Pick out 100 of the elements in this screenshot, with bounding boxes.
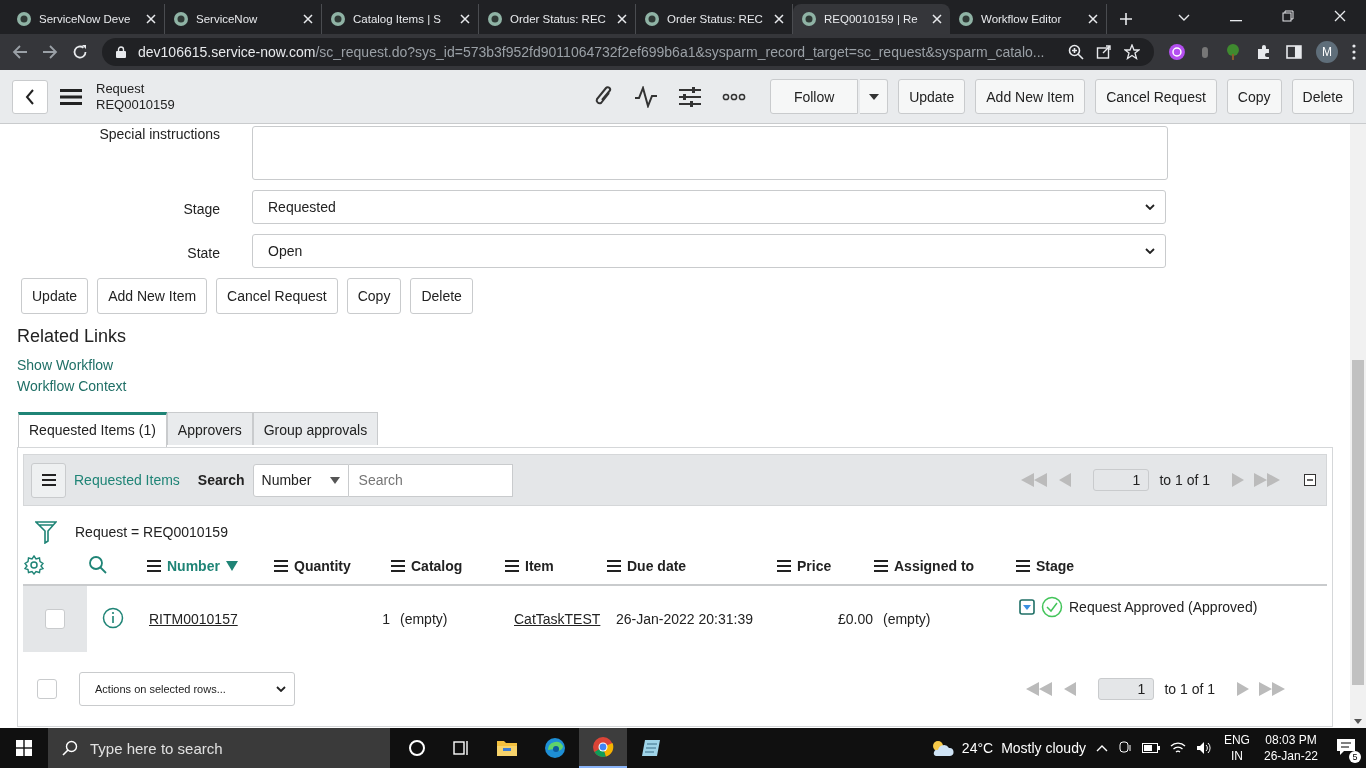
column-header[interactable]: Number [167,557,220,574]
related-list-tab[interactable]: Requested Items (1) [18,412,167,447]
follow-button[interactable]: Follow [770,79,859,114]
folder-icon[interactable] [496,739,518,757]
search-field[interactable]: Search [348,463,513,497]
region[interactable]: IN [1230,748,1243,764]
list-title[interactable]: Requested Items [74,472,180,488]
column-menu-icon[interactable] [274,559,288,572]
select-field[interactable]: Open [252,234,1166,268]
caret-down-icon[interactable] [868,93,879,100]
column-header[interactable]: Quantity [294,557,351,574]
speaker-icon[interactable] [1195,741,1212,755]
column-menu-icon[interactable] [777,559,791,572]
form-button[interactable]: Cancel Request [216,278,338,314]
share-icon[interactable] [1096,44,1113,60]
chevron-up-icon[interactable] [1095,744,1108,752]
restore-icon[interactable] [1282,10,1294,22]
row-checkbox[interactable] [45,609,65,629]
column-menu-icon[interactable] [607,559,621,572]
back-button[interactable] [12,79,48,114]
close-icon[interactable] [146,14,156,24]
page-number-field[interactable]: 1 [1093,469,1150,491]
star-icon[interactable] [1124,44,1141,60]
back-icon[interactable] [12,44,28,60]
related-list-tab[interactable]: Approvers [166,412,253,445]
windows-icon[interactable] [16,740,32,756]
taskbar-search-field[interactable]: Type here to search [48,728,390,768]
chevron-left-icon[interactable] [25,88,35,105]
column-header[interactable]: Item [525,557,554,574]
chevron-down-icon[interactable] [1145,248,1155,254]
sliders-icon[interactable] [678,85,703,108]
activity-icon[interactable] [634,85,659,108]
task-view-icon[interactable] [452,739,470,757]
close-icon[interactable] [774,14,784,24]
related-link[interactable]: Show Workflow [17,357,1332,373]
record-link[interactable]: RITM0010157 [149,611,238,627]
close-icon[interactable] [460,14,470,24]
search-icon[interactable] [62,740,78,756]
column-header[interactable]: Stage [1036,557,1075,574]
column-header[interactable]: Price [797,557,832,574]
select-field[interactable]: Requested [252,190,1166,224]
browser-tab[interactable]: REQ0010159 | Re [793,4,950,34]
wifi-icon[interactable] [1169,741,1186,755]
settings-icon[interactable] [24,554,44,575]
caret-down-icon[interactable] [329,476,340,484]
collapse-icon[interactable] [1304,474,1316,486]
list-menu-button[interactable] [31,462,66,498]
actions-select[interactable]: Actions on selected rows... [79,672,295,706]
special-instructions-field[interactable] [252,126,1168,180]
menu-icon[interactable] [41,474,56,486]
header-button[interactable]: Copy [1226,79,1282,114]
column-menu-icon[interactable] [391,559,405,572]
forward-icon[interactable] [42,44,58,60]
cortana-icon[interactable] [408,739,426,757]
notepad-icon[interactable] [640,738,662,758]
column-menu-icon[interactable] [505,559,519,572]
reload-icon[interactable] [72,44,88,60]
chevron-down-icon[interactable] [1145,204,1155,210]
more-icon[interactable] [1352,44,1356,60]
clock-time[interactable]: 08:03 PM [1265,732,1317,748]
filter-icon[interactable] [35,520,57,544]
form-button[interactable]: Add New Item [97,278,208,314]
sort-down-icon[interactable] [225,560,238,571]
side-panel-icon[interactable] [1286,44,1303,60]
header-button[interactable]: Cancel Request [1095,79,1217,114]
column-menu-icon[interactable] [1016,559,1030,572]
column-header[interactable]: Catalog [411,557,463,574]
browser-icon[interactable] [592,736,614,758]
column-menu-icon[interactable] [874,559,888,572]
zoom-icon[interactable] [1068,44,1085,60]
header-button[interactable]: Add New Item [975,79,1086,114]
scroll-down-icon[interactable] [1354,719,1362,724]
meet-icon[interactable] [1117,741,1132,755]
more-icon[interactable] [722,92,747,101]
follow-dropdown-button[interactable] [860,79,889,114]
search-field-select[interactable]: Number [252,463,349,497]
select-all-checkbox[interactable] [37,679,57,699]
related-list-tab[interactable]: Group approvals [252,412,379,445]
close-icon[interactable] [303,14,313,24]
browser-icon[interactable] [544,737,566,759]
extension-icon[interactable] [1168,43,1187,61]
close-icon[interactable] [1088,14,1098,24]
battery-icon[interactable] [1141,743,1160,753]
notification-icon[interactable] [1336,737,1356,756]
chevron-down-icon[interactable] [276,686,286,692]
column-header[interactable]: Due date [627,557,687,574]
clock-date[interactable]: 26-Jan-22 [1263,748,1318,764]
menu-icon[interactable] [60,88,82,105]
close-icon[interactable] [1334,10,1346,22]
scrollbar[interactable] [1350,124,1366,728]
column-menu-icon[interactable] [147,559,161,572]
form-button[interactable]: Delete [410,278,473,314]
profile-avatar[interactable]: M [1316,41,1339,63]
expand-icon[interactable] [1019,599,1035,615]
minimize-icon[interactable] [1230,20,1242,22]
form-button[interactable]: Copy [346,278,402,314]
close-icon[interactable] [617,14,627,24]
info-icon[interactable] [102,606,124,629]
new-tab-icon[interactable] [1119,12,1133,26]
column-header[interactable]: Assigned to [894,557,975,574]
